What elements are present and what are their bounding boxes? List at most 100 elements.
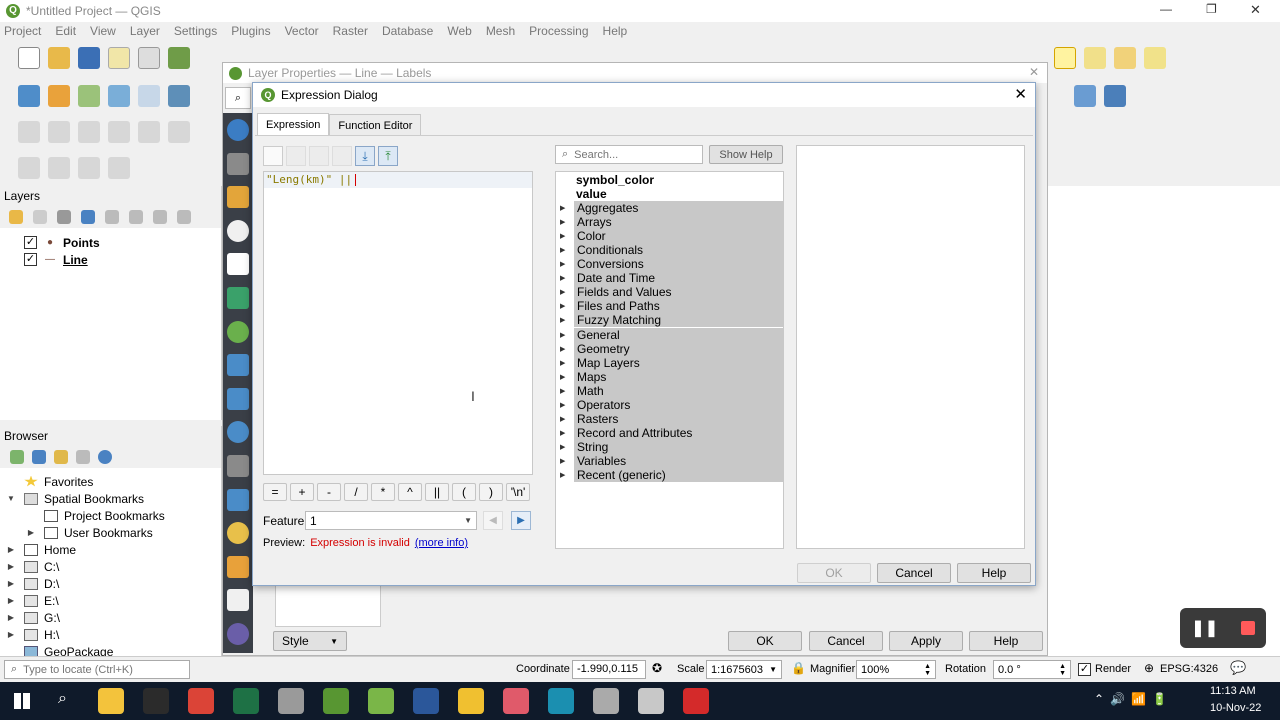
operator-button[interactable]: * — [371, 483, 395, 501]
crs-icon[interactable]: ⊕ — [1144, 661, 1154, 675]
expand-arrow-icon[interactable]: ▶ — [560, 387, 574, 395]
properties-apply-button[interactable]: Apply — [889, 631, 963, 651]
display-icon[interactable] — [227, 522, 249, 545]
globe-icon[interactable] — [548, 688, 574, 714]
browser-item[interactable]: ▶ H:\ — [6, 626, 221, 643]
arcmap-icon[interactable] — [458, 688, 484, 714]
expand-arrow-icon[interactable]: ▶ — [560, 232, 574, 240]
eye-icon[interactable] — [57, 210, 71, 224]
function-group-item[interactable]: ▶ Operators — [560, 397, 783, 412]
plugin-icon[interactable] — [1104, 85, 1126, 107]
expand-arrow-icon[interactable]: ▶ — [560, 359, 574, 367]
menu-item[interactable]: Processing — [529, 24, 588, 38]
menu-item[interactable]: Database — [382, 24, 433, 38]
function-group-item[interactable]: ▶ Aggregates — [560, 201, 783, 216]
lock-icon[interactable]: 🔒 — [791, 661, 806, 675]
labels-icon[interactable] — [227, 219, 249, 242]
deselect-icon[interactable] — [1114, 47, 1136, 69]
style-dropdown[interactable]: Style ▼ — [273, 631, 347, 651]
function-group-item[interactable]: ▶ Files and Paths — [560, 299, 783, 314]
show-help-button[interactable]: Show Help — [709, 145, 783, 164]
browser-item[interactable]: ▶ Home — [6, 541, 221, 558]
add-csv-icon[interactable] — [138, 85, 160, 107]
function-group-item[interactable]: ▶ Recent (generic) — [560, 468, 783, 482]
function-group-item[interactable]: ▶ Math — [560, 383, 783, 398]
field-item[interactable]: symbol_color — [576, 173, 783, 187]
add-selected-layers-icon[interactable] — [10, 450, 24, 464]
menu-item[interactable]: Edit — [55, 24, 76, 38]
feature-select[interactable]: 1 ▼ — [305, 511, 477, 530]
expand-arrow-icon[interactable]: ▶ — [6, 579, 16, 588]
browser-item[interactable]: ▶ E:\ — [6, 592, 221, 609]
function-group-item[interactable]: ▶ Color — [560, 229, 783, 244]
expand-arrow-icon[interactable]: ▶ — [560, 288, 574, 296]
function-group-item[interactable]: ▶ General — [560, 327, 783, 342]
add-layer-icon[interactable] — [48, 85, 70, 107]
pause-recording-icon[interactable]: ❚❚ — [1191, 618, 1218, 638]
expression-editor[interactable]: "Leng(km)" || I — [263, 171, 533, 475]
more-info-link[interactable]: (more info) — [415, 537, 468, 549]
extents-toggle-icon[interactable]: ✪ — [652, 661, 662, 675]
menu-item[interactable]: View — [90, 24, 116, 38]
function-group-item[interactable]: ▶ Map Layers — [560, 355, 783, 370]
qgis-taskbar-icon[interactable] — [323, 688, 349, 714]
function-group-item[interactable]: ▶ String — [560, 439, 783, 454]
browser-item[interactable]: ▶ C:\ — [6, 558, 221, 575]
source-icon[interactable] — [227, 152, 249, 175]
expression-cancel-button[interactable]: Cancel — [877, 563, 951, 583]
browser-item[interactable]: ▶ D:\ — [6, 575, 221, 592]
photos-icon[interactable] — [503, 688, 529, 714]
export-icon[interactable]: ⤒ — [378, 146, 398, 166]
layer-visibility-checkbox[interactable]: ✓ — [24, 253, 37, 266]
expression-dialog-close-icon[interactable]: ✕ — [1014, 85, 1027, 103]
menu-item[interactable]: Vector — [285, 24, 319, 38]
new-project-icon[interactable] — [18, 47, 40, 69]
menu-item[interactable]: Help — [603, 24, 628, 38]
menu-item[interactable]: Settings — [174, 24, 217, 38]
expand-arrow-icon[interactable]: ▼ — [6, 494, 16, 503]
expand-arrow-icon[interactable]: ▶ — [6, 613, 16, 622]
function-group-item[interactable]: ▶ Record and Attributes — [560, 425, 783, 440]
expand-arrow-icon[interactable]: ▶ — [560, 274, 574, 282]
browser-item[interactable]: Project Bookmarks — [6, 507, 221, 524]
function-group-item[interactable]: ▶ Rasters — [560, 411, 783, 426]
function-group-item[interactable]: ▶ Conditionals — [560, 243, 783, 258]
browser-item[interactable]: ▶ G:\ — [6, 609, 221, 626]
coordinate-field[interactable]: -1.990,0.115 — [572, 660, 646, 679]
expand-arrow-icon[interactable]: ▶ — [560, 260, 574, 268]
function-group-item[interactable]: ▶ Date and Time — [560, 271, 783, 286]
menu-item[interactable]: Raster — [333, 24, 368, 38]
search-icon[interactable]: ⌕ — [58, 690, 67, 708]
expand-arrow-icon[interactable]: ▶ — [560, 373, 574, 381]
function-group-item[interactable]: ▶ Maps — [560, 369, 783, 384]
open-styling-icon[interactable] — [9, 210, 23, 224]
expand-arrow-icon[interactable]: ▶ — [560, 218, 574, 226]
save-file-icon[interactable] — [286, 146, 306, 166]
locator-box[interactable]: ⌕ — [4, 660, 190, 679]
expand-arrow-icon[interactable]: ▶ — [560, 204, 574, 212]
expand-arrow-icon[interactable]: ▶ — [6, 545, 16, 554]
operator-button[interactable]: '\n' — [506, 483, 530, 501]
messages-icon[interactable]: 💬 — [1230, 660, 1246, 676]
tab-expression[interactable]: Expression — [257, 113, 330, 135]
operator-button[interactable]: ( — [452, 483, 476, 501]
previous-feature-icon[interactable]: ◀ — [483, 511, 503, 530]
edit-icon[interactable] — [309, 146, 329, 166]
expand-arrow-icon[interactable]: ▶ — [560, 415, 574, 423]
operator-button[interactable]: - — [317, 483, 341, 501]
expand-arrow-icon[interactable]: ▶ — [560, 471, 574, 479]
information-icon[interactable] — [227, 119, 249, 141]
expand-arrow-icon[interactable]: ▶ — [560, 429, 574, 437]
map-canvas[interactable] — [1048, 186, 1280, 656]
refresh-icon[interactable] — [32, 450, 46, 464]
file-explorer-icon[interactable] — [98, 688, 124, 714]
excel-icon[interactable] — [233, 688, 259, 714]
function-group-item[interactable]: ▶ Geometry — [560, 341, 783, 356]
expand-arrow-icon[interactable]: ▶ — [6, 596, 16, 605]
expand-arrow-icon[interactable]: ▶ — [560, 457, 574, 465]
pin-icon[interactable] — [1144, 47, 1166, 69]
filter-icon[interactable] — [54, 450, 68, 464]
open-project-icon[interactable] — [48, 47, 70, 69]
expand-arrow-icon[interactable]: ▶ — [560, 401, 574, 409]
windows-start-icon[interactable] — [14, 693, 30, 709]
